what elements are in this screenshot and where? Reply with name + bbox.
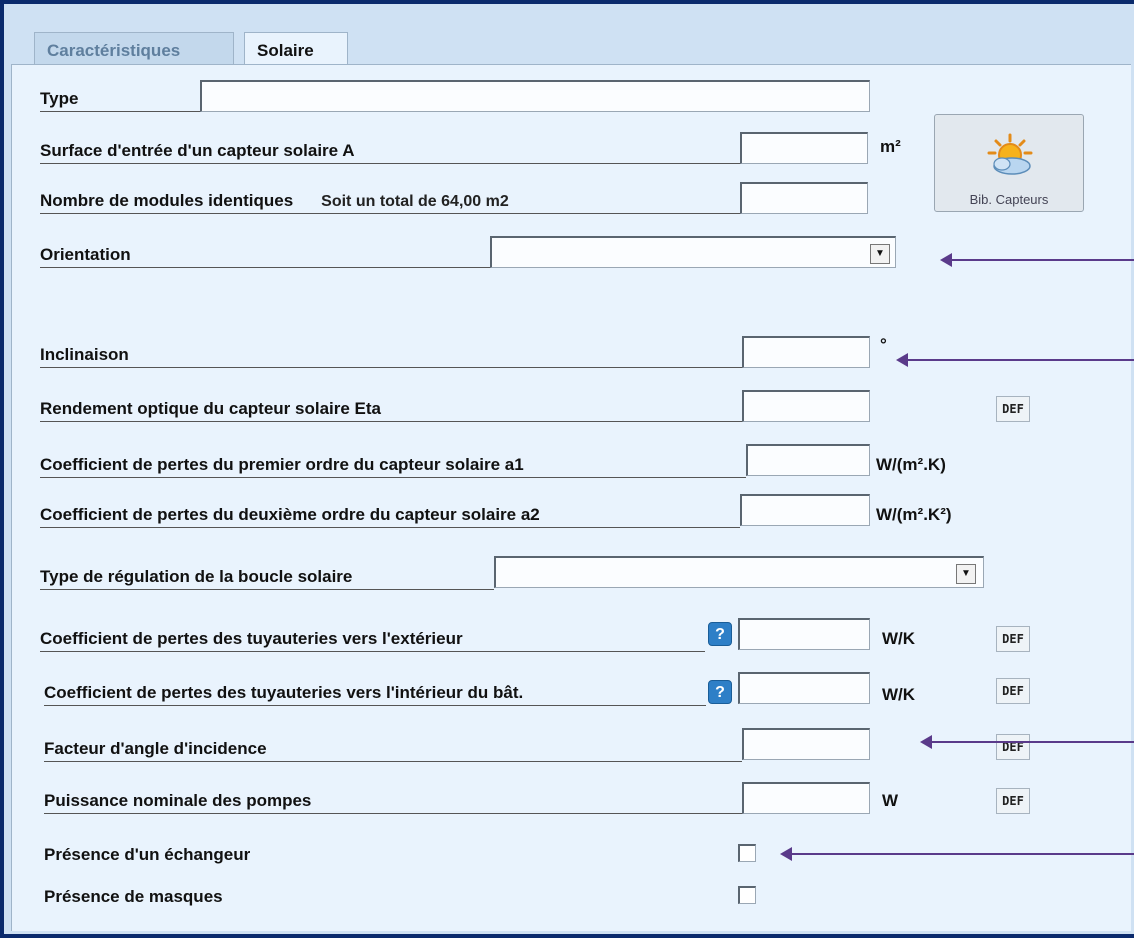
facteur-angle-input[interactable] <box>742 728 870 760</box>
puissance-pompes-input[interactable] <box>742 782 870 814</box>
a1-input[interactable] <box>746 444 870 476</box>
pertes-ext-label: Coefficient de pertes des tuyauteries ve… <box>40 628 705 652</box>
regulation-dropdown-button[interactable]: ▼ <box>956 564 976 584</box>
a1-unit: W/(m².K) <box>876 455 946 474</box>
pertes-ext-input[interactable] <box>738 618 870 650</box>
a2-unit: W/(m².K²) <box>876 505 952 524</box>
modules-label: Nombre de modules identiques Soit un tota… <box>40 190 740 214</box>
type-label: Type <box>40 88 200 112</box>
tab-caracteristiques[interactable]: Caractéristiques <box>34 32 234 68</box>
annotation-arrow-inclinaison <box>896 353 1134 367</box>
orientation-dropdown-button[interactable]: ▼ <box>870 244 890 264</box>
orientation-select[interactable] <box>490 236 896 268</box>
sun-cloud-icon <box>986 133 1034 184</box>
pertes-int-unit: W/K <box>882 685 916 704</box>
def-button-pertes-ext[interactable]: DEF <box>996 626 1030 652</box>
rendement-label: Rendement optique du capteur solaire Eta <box>40 398 742 422</box>
annotation-arrow-facteur-angle <box>920 735 1134 749</box>
inclinaison-unit: ° <box>880 335 887 354</box>
def-button-puissance-pompes[interactable]: DEF <box>996 788 1030 814</box>
annotation-arrow-echangeur <box>780 847 1134 861</box>
bib-capteurs-label: Bib. Capteurs <box>969 192 1049 207</box>
masques-label: Présence de masques <box>44 887 223 906</box>
pertes-int-label: Coefficient de pertes des tuyauteries ve… <box>44 682 706 706</box>
surface-unit: m² <box>880 137 901 156</box>
pertes-ext-unit: W/K <box>882 629 916 648</box>
orientation-label: Orientation <box>40 244 490 268</box>
bib-capteurs-button[interactable]: Bib. Capteurs <box>934 114 1084 212</box>
echangeur-checkbox[interactable] <box>738 844 756 862</box>
inclinaison-input[interactable] <box>742 336 870 368</box>
surface-input[interactable] <box>740 132 868 164</box>
help-icon-pertes-ext[interactable]: ? <box>708 622 732 646</box>
def-button-facteur-angle[interactable]: DEF <box>996 734 1030 760</box>
def-button-pertes-int[interactable]: DEF <box>996 678 1030 704</box>
type-input[interactable] <box>200 80 870 112</box>
pertes-int-input[interactable] <box>738 672 870 704</box>
a2-label: Coefficient de pertes du deuxième ordre … <box>40 504 740 528</box>
rendement-input[interactable] <box>742 390 870 422</box>
echangeur-label: Présence d'un échangeur <box>44 845 251 864</box>
puissance-pompes-unit: W <box>882 791 899 810</box>
a2-input[interactable] <box>740 494 870 526</box>
facteur-angle-label: Facteur d'angle d'incidence <box>44 738 742 762</box>
def-button-rendement[interactable]: DEF <box>996 396 1030 422</box>
modules-label-text: Nombre de modules identiques <box>40 191 294 210</box>
help-icon-pertes-int[interactable]: ? <box>708 680 732 704</box>
a1-label: Coefficient de pertes du premier ordre d… <box>40 454 746 478</box>
modules-input[interactable] <box>740 182 868 214</box>
regulation-label: Type de régulation de la boucle solaire <box>40 566 494 590</box>
modules-total-note: Soit un total de 64,00 m2 <box>321 193 509 210</box>
puissance-pompes-label: Puissance nominale des pompes <box>44 790 742 814</box>
inclinaison-label: Inclinaison <box>40 344 742 368</box>
surface-label: Surface d'entrée d'un capteur solaire A <box>40 140 740 164</box>
regulation-select[interactable] <box>494 556 984 588</box>
annotation-arrow-orientation <box>940 253 1134 267</box>
masques-checkbox[interactable] <box>738 886 756 904</box>
